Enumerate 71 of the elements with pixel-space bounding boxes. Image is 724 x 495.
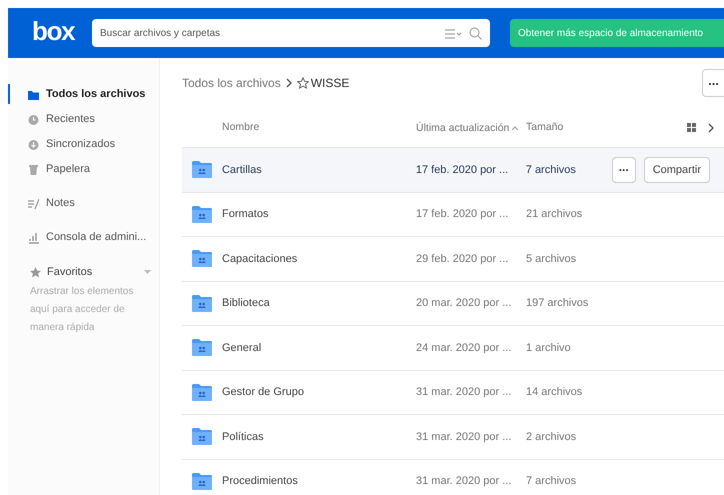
folder-name[interactable]: General: [222, 340, 416, 356]
table-cell-text: 5 archivos: [526, 252, 578, 266]
shared-folder-icon: [192, 206, 212, 223]
folder-name[interactable]: Políticas: [222, 428, 416, 445]
download-icon: [28, 138, 39, 150]
star-icon[interactable]: [296, 77, 309, 89]
favorites-hint: Arrastrar los elementos aquí para acceder de manera rápida: [30, 284, 134, 334]
folder-icon: [28, 88, 39, 100]
logo[interactable]: box: [32, 18, 84, 44]
chevron-icon: [286, 78, 292, 88]
table-cell-text: 7 archivos: [526, 474, 578, 489]
table-cell-text: 7 archivos: [526, 162, 577, 178]
table-cell-text: 197 archivos: [526, 296, 590, 311]
caret-icon[interactable]: [144, 270, 151, 274]
sidebar-item[interactable]: Recientes: [46, 111, 95, 128]
column-header[interactable]: Última actualización: [416, 118, 526, 136]
grid-view-icon[interactable]: [687, 123, 696, 132]
folder-row[interactable]: Capacitaciones 29 feb. 2020 por ... 5 archivos: [182, 237, 724, 282]
shared-folder-icon: [192, 294, 212, 312]
table-cell-text: 1 archivo: [526, 340, 572, 356]
more-button[interactable]: ...: [702, 69, 724, 97]
table-cell-text: 17 feb. 2020 por ...: [416, 207, 510, 222]
folder-row[interactable]: Cartillas 17 feb. 2020 por ... 7 archivos ... Compartir: [182, 148, 724, 192]
shared-folder-icon: [192, 428, 212, 446]
sidebar-item[interactable]: Notes: [46, 195, 75, 212]
trash-icon: [28, 164, 39, 176]
folder-name[interactable]: Formatos: [222, 206, 416, 222]
folder-name[interactable]: Cartillas: [222, 162, 416, 178]
star-icon: [30, 266, 41, 278]
folder-name[interactable]: Gestor de Grupo: [222, 384, 416, 400]
folder-row[interactable]: Biblioteca 20 mar. 2020 por ... 197 archivos: [182, 282, 724, 326]
share-button[interactable]: Compartir: [644, 156, 710, 183]
bar-chart-icon: [28, 232, 39, 244]
table-cell-text: 31 mar. 2020 por ...: [416, 474, 512, 489]
shared-folder-icon: [192, 384, 212, 401]
table-cell-text: 14 archivos: [526, 385, 584, 400]
folder-row[interactable]: Políticas 31 mar. 2020 por ... 2 archivos: [182, 415, 724, 460]
search-field[interactable]: Buscar archivos y carpetas: [92, 19, 490, 47]
clock-icon: [28, 114, 39, 126]
folder-name[interactable]: Biblioteca: [222, 295, 416, 312]
folder-name[interactable]: Capacitaciones: [222, 250, 416, 267]
folder-row[interactable]: General 24 mar. 2020 por ... 1 archivo: [182, 326, 724, 370]
table-cell-text: 24 mar. 2020 por ...: [416, 340, 512, 356]
table-cell-text: 17 feb. 2020 por ...: [416, 162, 510, 178]
folder-row[interactable]: Procedimientos 31 mar. 2020 por ... 7 archivos: [182, 460, 724, 495]
favorites-label[interactable]: Favoritos: [47, 264, 92, 280]
table-cell-text: 20 mar. 2020 por ...: [416, 296, 512, 311]
shared-folder-icon: [192, 250, 212, 268]
sidebar-item[interactable]: Sincronizados: [46, 136, 116, 153]
table-cell-text: 21 archivos: [526, 207, 584, 222]
notes-icon: [28, 198, 39, 210]
folder-row[interactable]: Formatos 17 feb. 2020 por ... 21 archivos: [182, 192, 724, 237]
sidebar-item[interactable]: Consola de admini...: [46, 229, 146, 246]
table-cell-text: 31 mar. 2020 por ...: [416, 385, 512, 400]
breadcrumb-current: WISSE: [310, 75, 350, 92]
breadcrumb-link[interactable]: Todos los archivos: [182, 74, 281, 92]
shared-folder-icon: [192, 161, 212, 178]
chevron-icon[interactable]: [708, 122, 714, 132]
sidebar-item[interactable]: Papelera: [46, 161, 90, 178]
search-icon[interactable]: [469, 27, 482, 40]
sidebar-item[interactable]: Todos los archivos: [46, 86, 146, 103]
more-button[interactable]: ...: [612, 156, 636, 183]
folder-name[interactable]: Procedimientos: [222, 473, 416, 490]
column-header[interactable]: Nombre: [222, 120, 416, 136]
table-cell-text: 31 mar. 2020 por ...: [416, 430, 512, 444]
column-header[interactable]: Tamaño: [526, 120, 666, 136]
shared-folder-icon: [192, 472, 212, 490]
shared-folder-icon: [192, 339, 212, 356]
table-cell-text: 29 feb. 2020 por ...: [416, 252, 510, 266]
folder-row[interactable]: Gestor de Grupo 31 mar. 2020 por ... 14 archivos: [182, 370, 724, 415]
table-cell-text: 2 archivos: [526, 430, 578, 444]
